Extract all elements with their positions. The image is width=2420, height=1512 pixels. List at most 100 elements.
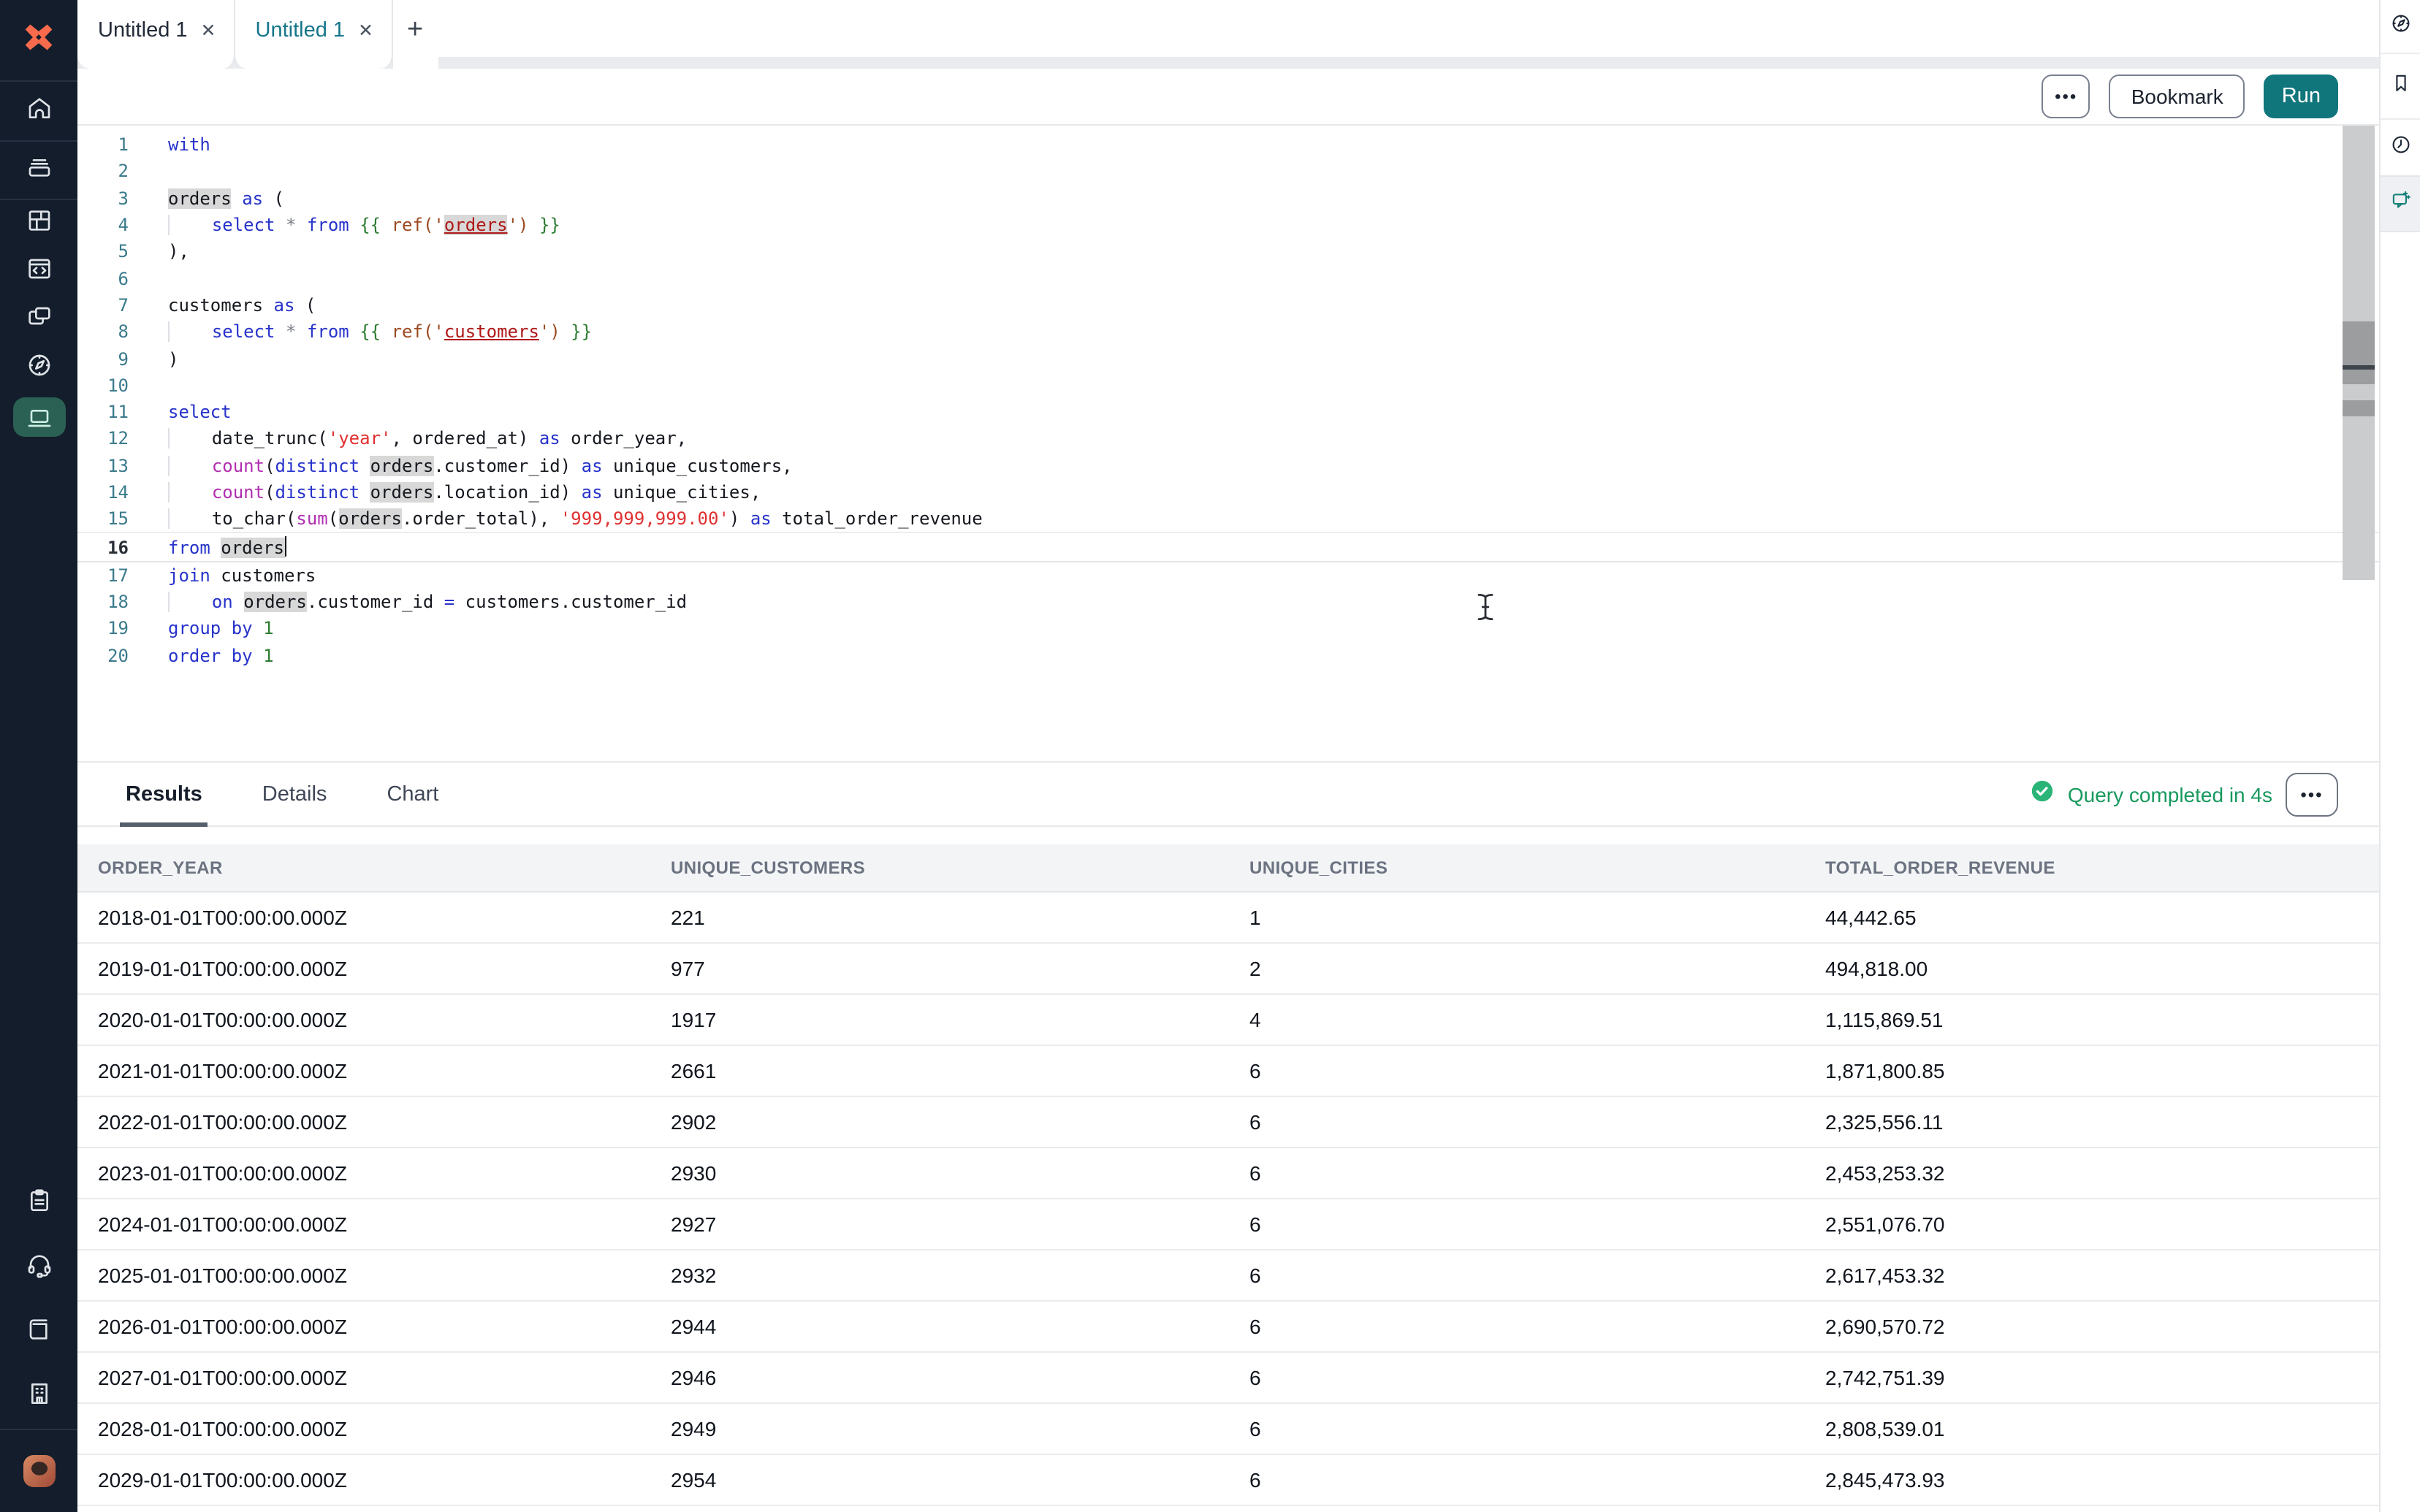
code-window-icon	[24, 254, 53, 291]
editor-tab-2[interactable]: Untitled 1✕	[234, 0, 393, 69]
table-cell: 1	[1229, 906, 1805, 929]
code-line-15[interactable]: 15 to_char(sum(orders.order_total), '999…	[77, 505, 2379, 532]
code-line-9[interactable]: 9)	[77, 345, 2379, 373]
table-row[interactable]: 2026-01-01T00:00:00.000Z294462,690,570.7…	[77, 1302, 2379, 1353]
line-number: 13	[77, 455, 129, 476]
code-line-6[interactable]: 6	[77, 265, 2379, 292]
run-button[interactable]: Run	[2264, 75, 2338, 118]
line-number: 11	[77, 402, 129, 422]
table-row[interactable]: 2025-01-01T00:00:00.000Z293262,617,453.3…	[77, 1251, 2379, 1302]
sql-editor[interactable]: 1with23orders as (4 select * from {{ ref…	[77, 126, 2379, 761]
code-token: on	[212, 592, 233, 612]
sidebar-item-home[interactable]	[0, 82, 77, 142]
table-row[interactable]: 2021-01-01T00:00:00.000Z266161,871,800.8…	[77, 1046, 2379, 1097]
sidebar-top-items	[0, 82, 77, 441]
sidebar-item-inbox[interactable]	[0, 142, 77, 200]
code-token	[168, 215, 212, 235]
results-tab-chart[interactable]: Chart	[381, 763, 444, 825]
more-options-button[interactable]: •••	[2042, 75, 2090, 118]
windows-icon	[24, 302, 53, 339]
scrollbar-thumb-secondary[interactable]	[2343, 400, 2375, 416]
table-cell: 6	[1229, 1366, 1805, 1389]
code-line-2[interactable]: 2	[77, 159, 2379, 186]
mouse-ibeam-cursor	[1477, 593, 1494, 628]
table-cell: 2,617,453.32	[1805, 1264, 2379, 1287]
code-token: total_order_revenue	[772, 509, 983, 530]
headset-icon	[24, 1250, 53, 1286]
code-line-20[interactable]: 20order by 1	[77, 642, 2379, 669]
code-token	[168, 321, 212, 342]
code-token	[296, 215, 306, 235]
sidebar-item-windows[interactable]	[0, 297, 77, 345]
code-token	[528, 215, 539, 235]
code-line-10[interactable]: 10	[77, 372, 2379, 399]
sidebar-item-terminal-laptop[interactable]	[0, 393, 77, 441]
right-sidebar-item-clock[interactable]	[2381, 120, 2420, 175]
app-logo[interactable]	[0, 0, 77, 82]
tab-close-icon[interactable]: ✕	[201, 22, 216, 40]
table-cell: 2954	[650, 1468, 1229, 1492]
code-line-16[interactable]: 16from orders	[77, 532, 2379, 562]
code-token: distinct	[275, 482, 360, 503]
code-line-1[interactable]: 1with	[77, 131, 2379, 159]
table-row[interactable]: 2029-01-01T00:00:00.000Z295462,845,473.9…	[77, 1455, 2379, 1506]
bookmark-button[interactable]: Bookmark	[2109, 75, 2245, 118]
user-avatar[interactable]	[23, 1455, 55, 1487]
code-line-17[interactable]: 17join customers	[77, 562, 2379, 589]
code-line-14[interactable]: 14 count(distinct orders.location_id) as…	[77, 479, 2379, 506]
sidebar-item-dashboard[interactable]	[0, 200, 77, 248]
code-line-5[interactable]: 5),	[77, 238, 2379, 265]
table-row[interactable]: 2019-01-01T00:00:00.000Z9772494,818.00	[77, 944, 2379, 995]
code-token: as	[582, 482, 603, 503]
sidebar-item-headset[interactable]	[0, 1236, 77, 1300]
code-line-12[interactable]: 12 date_trunc('year', ordered_at) as ord…	[77, 426, 2379, 453]
code-token	[253, 619, 263, 639]
code-line-13[interactable]: 13 count(distinct orders.customer_id) as…	[77, 452, 2379, 479]
table-row[interactable]: 2028-01-01T00:00:00.000Z294962,808,539.0…	[77, 1404, 2379, 1455]
code-line-8[interactable]: 8 select * from {{ ref('customers') }}	[77, 318, 2379, 345]
code-token: ref('	[392, 321, 444, 342]
sidebar-item-clipboard[interactable]	[0, 1172, 77, 1236]
results-menu-button[interactable]: •••	[2286, 772, 2338, 816]
code-text: )	[168, 348, 178, 369]
table-row[interactable]: 2022-01-01T00:00:00.000Z290262,325,556.1…	[77, 1097, 2379, 1148]
table-row[interactable]: 2024-01-01T00:00:00.000Z292762,551,076.7…	[77, 1199, 2379, 1251]
editor-toolbar: ••• Bookmark Run	[77, 69, 2379, 126]
right-sidebar-item-ai-assistant[interactable]	[2381, 175, 2420, 232]
code-token: select	[212, 215, 275, 235]
code-line-3[interactable]: 3orders as (	[77, 185, 2379, 212]
line-number: 7	[77, 295, 129, 316]
table-cell: 2021-01-01T00:00:00.000Z	[77, 1059, 650, 1083]
code-token: .customer_id	[307, 592, 444, 612]
code-token	[560, 321, 571, 342]
code-token: }}	[539, 215, 560, 235]
sidebar-item-building[interactable]	[0, 1364, 77, 1429]
table-cell: 6	[1229, 1059, 1805, 1083]
new-tab-button[interactable]: +	[392, 0, 438, 69]
code-line-11[interactable]: 11select	[77, 399, 2379, 426]
table-row[interactable]: 2027-01-01T00:00:00.000Z294662,742,751.3…	[77, 1353, 2379, 1404]
table-row[interactable]: 2030-01-01T00:00:00.000Z287961,841,049.3…	[77, 1506, 2379, 1512]
scrollbar-thumb[interactable]	[2343, 321, 2375, 384]
code-line-18[interactable]: 18 on orders.customer_id = customers.cus…	[77, 589, 2379, 616]
editor-tab-1[interactable]: Untitled 1✕	[77, 0, 235, 69]
table-row[interactable]: 2023-01-01T00:00:00.000Z293062,453,253.3…	[77, 1148, 2379, 1199]
sidebar-item-book[interactable]	[0, 1300, 77, 1364]
right-sidebar-item-bookmark[interactable]	[2381, 54, 2420, 120]
table-row[interactable]: 2018-01-01T00:00:00.000Z221144,442.65	[77, 893, 2379, 944]
table-cell: 2946	[650, 1366, 1229, 1389]
sidebar-item-compass[interactable]	[0, 345, 77, 393]
code-line-7[interactable]: 7customers as (	[77, 292, 2379, 319]
table-row[interactable]: 2020-01-01T00:00:00.000Z191741,115,869.5…	[77, 995, 2379, 1046]
sidebar-item-code-window[interactable]	[0, 248, 77, 297]
results-tab-details[interactable]: Details	[256, 763, 333, 825]
tab-close-icon[interactable]: ✕	[358, 22, 373, 40]
code-line-19[interactable]: 19group by 1	[77, 616, 2379, 643]
code-line-4[interactable]: 4 select * from {{ ref('orders') }}	[77, 212, 2379, 239]
code-token: (	[263, 188, 284, 208]
editor-scrollbar[interactable]	[2343, 126, 2375, 580]
code-token: {{	[359, 321, 381, 342]
results-tab-results[interactable]: Results	[120, 763, 208, 825]
right-sidebar-item-compass[interactable]	[2381, 0, 2420, 54]
sidebar-bottom-items	[0, 1172, 77, 1429]
